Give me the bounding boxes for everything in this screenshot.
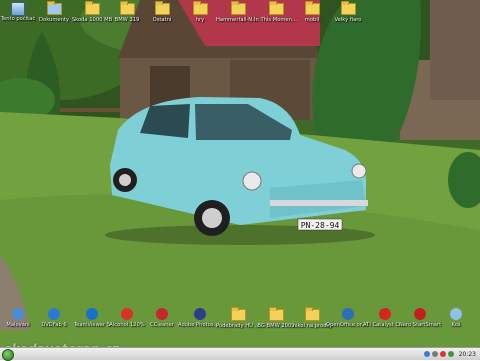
folder-icon — [155, 1, 170, 15]
folder-icon — [269, 307, 284, 321]
desktop-icon-label: Koš — [451, 322, 461, 328]
svg-text:PN-28-94: PN-28-94 — [301, 221, 340, 230]
folder-icon — [193, 1, 208, 15]
taskbar: 20:23 — [0, 347, 480, 361]
folder-icon — [231, 1, 246, 15]
network-icon[interactable] — [423, 351, 430, 357]
alcohol-icon — [120, 308, 134, 320]
photoshop-icon — [193, 308, 207, 320]
clock[interactable]: 20:23 — [459, 351, 476, 358]
computer-icon — [11, 2, 25, 16]
antivirus-icon[interactable] — [439, 351, 446, 357]
openoffice-icon — [341, 308, 355, 320]
desktop-icon-label: Velký fiaro — [334, 17, 362, 23]
teamviewer-icon — [85, 308, 99, 320]
update-icon[interactable] — [447, 351, 454, 357]
folder-icon — [269, 1, 284, 15]
dvdfab-icon — [47, 308, 61, 320]
system-tray: 20:23 — [423, 349, 476, 359]
folder-icon — [231, 307, 246, 321]
paint-icon — [11, 308, 25, 320]
desktop-icon[interactable]: Velký fiaro — [326, 1, 370, 23]
documents-folder-icon — [47, 1, 62, 15]
recycle-bin-icon — [449, 308, 463, 320]
start-button[interactable] — [2, 349, 14, 361]
desktop-wallpaper: PN-28-94 — [0, 0, 480, 360]
desktop-icon[interactable]: Koš — [434, 308, 478, 328]
folder-icon — [305, 307, 320, 321]
ccleaner-icon — [155, 308, 169, 320]
volume-icon[interactable] — [431, 351, 438, 357]
folder-icon — [85, 1, 100, 15]
ati-icon — [378, 308, 392, 320]
folder-icon — [341, 1, 356, 15]
nero-icon — [413, 308, 427, 320]
folder-icon — [305, 1, 320, 15]
folder-icon — [120, 1, 135, 15]
